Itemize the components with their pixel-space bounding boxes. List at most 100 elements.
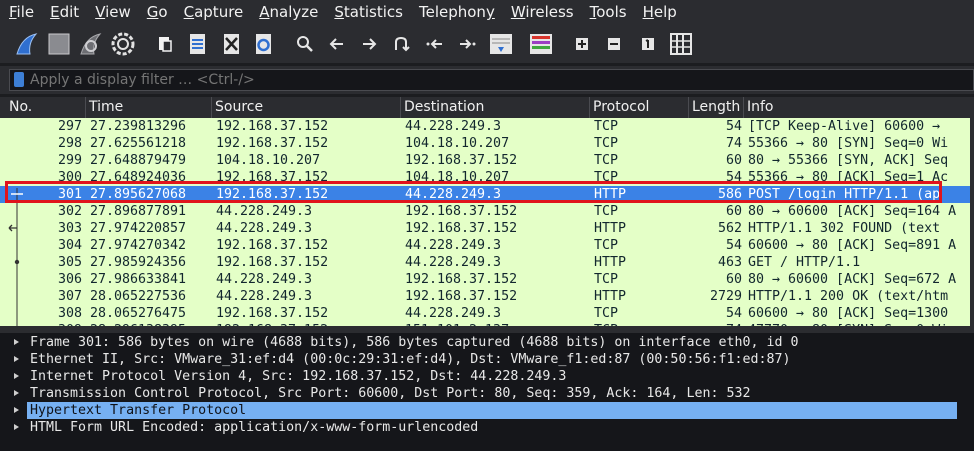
packet-cell-no: 297 [57,119,82,134]
packet-row[interactable]: 307 28.065227536 44.228.249.3 192.168.37.15… [0,288,974,305]
packet-cell-src: 44.228.249.3 [216,272,313,287]
packet-cell-proto: HTTP [594,187,627,202]
detail-tree-item[interactable]: Hypertext Transfer Protocol [0,402,974,419]
column-header-no[interactable]: No. [6,97,86,118]
packet-details-tree[interactable]: Frame 301: 586 bytes on wire (4688 bits)… [0,333,974,451]
packet-cell-src: 192.168.37.152 [216,187,329,202]
packet-cell-time: 27.648879479 [90,153,187,168]
packet-cell-no: 301 [57,187,82,202]
packet-row[interactable]: 303 27.974220857 44.228.249.3 192.168.37.15… [0,220,974,237]
packet-list[interactable]: 297 27.239813296 192.168.37.152 44.228.249.… [0,118,974,326]
packet-row[interactable]: 302 27.896877891 44.228.249.3 192.168.37.15… [0,203,974,220]
packet-cell-info: HTTP/1.1 200 OK (text/htm [748,289,949,304]
column-header-destination[interactable]: Destination [401,97,590,118]
expand-arrow-icon[interactable] [14,373,19,379]
zoom-in-icon[interactable] [570,31,596,57]
packet-row[interactable]: 298 27.625561218 192.168.37.152 104.18.10.2… [0,135,974,152]
filter-bookmark-icon[interactable] [14,72,24,87]
menu-wireless[interactable]: Wireless [502,0,581,25]
packet-cell-time: 27.239813296 [90,119,187,134]
column-header-time[interactable]: Time [86,97,212,118]
packet-cell-time: 27.985924356 [90,255,187,270]
expand-arrow-icon[interactable] [14,424,19,430]
stop-capture-icon[interactable] [46,31,72,57]
packet-cell-time: 28.065227536 [90,289,187,304]
packet-cell-info: 60600 → 80 [ACK] Seq=891 A [748,238,957,253]
packet-row[interactable]: 306 27.986633841 44.228.249.3 192.168.37.15… [0,271,974,288]
menu-file[interactable]: File [0,0,41,25]
packet-row[interactable]: 300 27.648924036 192.168.37.152 104.18.10.2… [0,169,974,186]
related-dot-icon [14,259,20,265]
detail-tree-item[interactable]: Frame 301: 586 bytes on wire (4688 bits)… [0,334,974,351]
packet-cell-dst: 44.228.249.3 [405,238,502,253]
find-packet-icon[interactable] [292,31,318,57]
display-filter-bar [0,66,974,94]
first-packet-icon[interactable] [422,31,448,57]
detail-tree-item[interactable]: Ethernet II, Src: VMware_31:ef:d4 (00:0c… [0,351,974,368]
last-packet-icon[interactable] [454,31,480,57]
column-header-length[interactable]: Length [689,97,744,118]
packet-cell-len: 586 [717,187,742,202]
go-to-packet-icon[interactable] [388,31,414,57]
menu-help[interactable]: Help [634,0,684,25]
packet-cell-info: 60600 → 80 [ACK] Seq=1300 [748,306,949,321]
detail-tree-label: Internet Protocol Version 4, Src: 192.16… [30,369,567,384]
detail-tree-item[interactable]: Internet Protocol Version 4, Src: 192.16… [0,368,974,385]
menu-statistics[interactable]: Statistics [325,0,410,25]
autoscroll-icon[interactable] [488,31,514,57]
column-header-info[interactable]: Info [744,97,974,118]
packet-cell-proto: TCP [594,136,619,151]
related-packets-indicator [8,188,23,326]
display-filter-input[interactable] [9,69,974,91]
packet-cell-proto: TCP [594,306,619,321]
detail-tree-item[interactable]: Transmission Control Protocol, Src Port:… [0,385,974,402]
menu-analyze[interactable]: Analyze [250,0,325,25]
packet-cell-len: 60 [725,153,742,168]
resize-columns-icon[interactable] [668,31,694,57]
expand-arrow-icon[interactable] [14,339,19,345]
packet-row[interactable]: 305 27.985924356 192.168.37.152 44.228.249.… [0,254,974,271]
packet-cell-info: GET / HTTP/1.1 [748,255,861,270]
open-file-icon[interactable] [152,31,178,57]
packet-row[interactable]: 297 27.239813296 192.168.37.152 44.228.249.… [0,118,974,135]
expand-arrow-icon[interactable] [14,407,19,413]
reload-file-icon[interactable] [250,31,276,57]
menu-edit[interactable]: Edit [41,0,86,25]
menu-go[interactable]: Go [138,0,175,25]
packet-cell-dst: 192.168.37.152 [405,272,518,287]
menu-tools[interactable]: Tools [581,0,634,25]
capture-options-gear-icon[interactable] [110,31,136,57]
close-file-icon[interactable] [218,31,244,57]
packet-cell-info: HTTP/1.1 302 FOUND (text [748,221,941,236]
packet-cell-proto: TCP [594,170,619,185]
packet-cell-info: 55366 → 80 [ACK] Seq=1 Ac [748,170,949,185]
menu-capture[interactable]: Capture [175,0,251,25]
expand-arrow-icon[interactable] [14,390,19,396]
packet-cell-len: 60 [725,204,742,219]
packet-cell-dst: 44.228.249.3 [405,306,502,321]
save-file-icon[interactable] [184,31,210,57]
packet-row[interactable]: 308 28.065276475 192.168.37.152 44.228.249.… [0,305,974,322]
go-forward-icon[interactable] [356,31,382,57]
normal-size-icon[interactable] [636,31,662,57]
colorize-icon[interactable] [528,31,554,57]
pane-splitter[interactable] [0,326,974,333]
packet-cell-no: 303 [57,221,82,236]
restart-capture-icon[interactable] [78,31,104,57]
shark-fin-start-icon[interactable] [14,31,40,57]
detail-tree-item[interactable]: HTML Form URL Encoded: application/x-www… [0,419,974,436]
packet-list-scrollbar[interactable] [970,118,974,326]
packet-cell-dst: 44.228.249.3 [405,187,502,202]
menu-telephony[interactable]: Telephony [410,0,502,25]
packet-row[interactable]: 301 27.895627068 192.168.37.152 44.228.249.… [0,186,974,203]
column-header-protocol[interactable]: Protocol [590,97,689,118]
zoom-out-icon[interactable] [602,31,628,57]
column-header-source[interactable]: Source [212,97,401,118]
go-back-icon[interactable] [324,31,350,57]
packet-row[interactable]: 304 27.974270342 192.168.37.152 44.228.249.… [0,237,974,254]
packet-cell-time: 27.986633841 [90,272,187,287]
expand-arrow-icon[interactable] [14,356,19,362]
menu-view[interactable]: View [86,0,138,25]
packet-cell-len: 54 [725,306,742,321]
packet-row[interactable]: 299 27.648879479 104.18.10.207 192.168.37.1… [0,152,974,169]
